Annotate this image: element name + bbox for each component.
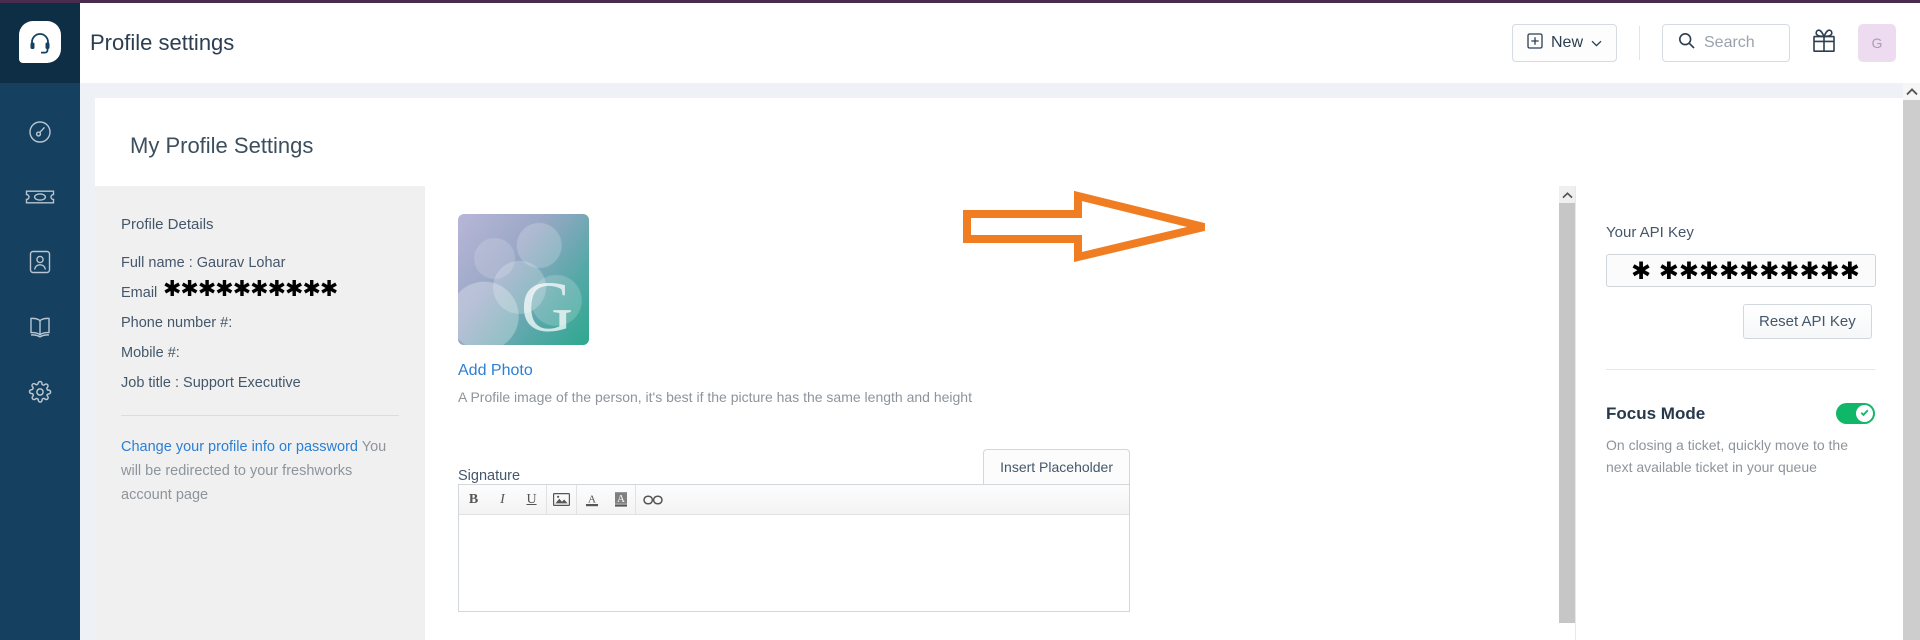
profile-row-email: Email ✱✱✱✱✱✱✱✱✱✱ xyxy=(121,279,399,302)
photo-hint-text: A Profile image of the person, it's best… xyxy=(458,389,972,405)
avatar[interactable]: G xyxy=(1858,24,1896,62)
profile-details-title: Profile Details xyxy=(121,216,214,233)
profile-photo-initial: G xyxy=(521,267,573,345)
inner-scrollbar[interactable] xyxy=(1559,186,1575,640)
divider xyxy=(121,415,399,416)
add-photo-link[interactable]: Add Photo xyxy=(458,362,1575,380)
app-root: Profile settings New Search G My Profile… xyxy=(0,0,1920,640)
signature-text-area[interactable] xyxy=(459,515,1129,611)
signature-label: Signature xyxy=(458,468,521,484)
ticket-icon xyxy=(25,187,55,207)
profile-row-fullname: Full name : Gaurav Lohar xyxy=(121,255,399,271)
sidebar-item-solutions[interactable] xyxy=(0,294,80,359)
profile-phone-label: Phone number #: xyxy=(121,315,233,331)
focus-mode-title: Focus Mode xyxy=(1606,403,1706,423)
insert-image-icon[interactable] xyxy=(547,485,576,515)
insert-placeholder-button[interactable]: Insert Placeholder xyxy=(983,449,1130,484)
inner-scroll-up-button[interactable] xyxy=(1559,186,1575,203)
toolbar-group-color: A A xyxy=(577,485,635,515)
svg-text:A: A xyxy=(617,493,625,505)
profile-settings-card: My Profile Settings Profile Details Full… xyxy=(95,98,1905,640)
section-heading: My Profile Settings xyxy=(130,133,314,158)
profile-email-label: Email xyxy=(121,285,158,301)
profile-row-mobile: Mobile #: xyxy=(121,345,399,361)
font-color-icon[interactable]: A xyxy=(577,485,606,515)
toolbar-group-link xyxy=(636,485,670,515)
page-body: My Profile Settings Profile Details Full… xyxy=(80,83,1920,640)
chevron-up-icon xyxy=(1905,83,1918,101)
left-nav-rail xyxy=(0,0,80,640)
profile-jobtitle-label: Job title : Support Executive xyxy=(121,375,301,391)
gift-button[interactable] xyxy=(1812,28,1836,58)
page-title: Profile settings xyxy=(90,30,235,55)
header-divider xyxy=(1639,26,1640,60)
focus-mode-description: On closing a ticket, quickly move to the… xyxy=(1606,437,1848,475)
reset-api-key-button[interactable]: Reset API Key xyxy=(1743,304,1872,339)
toolbar-group-insert-image xyxy=(547,485,576,515)
sidebar-item-dashboard[interactable] xyxy=(0,99,80,164)
top-header: Profile settings New Search G xyxy=(80,3,1920,83)
italic-icon[interactable]: I xyxy=(488,485,517,515)
change-profile-block: Change your profile info or password You… xyxy=(121,436,399,508)
gift-icon xyxy=(1812,28,1836,58)
profile-photo[interactable]: G xyxy=(458,214,589,345)
focus-mode-header: Focus Mode xyxy=(1606,403,1875,424)
plus-box-icon xyxy=(1527,32,1543,54)
page-scrollbar[interactable] xyxy=(1903,83,1920,640)
api-key-value: ✱ ✱✱✱✱✱✱✱✱✱✱ xyxy=(1631,257,1860,285)
insert-link-icon[interactable] xyxy=(636,485,670,515)
sidebar-item-admin[interactable] xyxy=(0,359,80,424)
bold-icon[interactable]: B xyxy=(459,485,488,515)
signature-toolbar: B I U A A xyxy=(459,484,1129,515)
headset-logo-icon xyxy=(19,20,61,63)
gauge-icon xyxy=(27,119,53,145)
api-key-input[interactable]: ✱ ✱✱✱✱✱✱✱✱✱✱ xyxy=(1606,254,1876,287)
contact-card-icon xyxy=(28,249,52,275)
inner-scroll-thumb[interactable] xyxy=(1559,203,1575,623)
focus-mode-toggle[interactable] xyxy=(1836,403,1875,424)
signature-editor: B I U A A xyxy=(458,484,1130,612)
sidebar-item-tickets[interactable] xyxy=(0,164,80,229)
gear-icon xyxy=(28,380,52,404)
profile-fullname-label: Full name : Gaurav Lohar xyxy=(121,255,286,271)
header-actions: New Search G xyxy=(1511,24,1920,62)
profile-details-panel: Profile Details Full name : Gaurav Lohar… xyxy=(95,186,425,640)
page-scroll-up-button[interactable] xyxy=(1903,83,1920,100)
new-button[interactable]: New xyxy=(1511,24,1617,62)
chevron-down-icon xyxy=(1591,34,1602,52)
top-accent-bar xyxy=(0,0,1920,3)
sidebar-item-contacts[interactable] xyxy=(0,229,80,294)
api-key-label: Your API Key xyxy=(1606,224,1694,241)
app-logo-button[interactable] xyxy=(0,0,80,83)
change-profile-link[interactable]: Change your profile info or password xyxy=(121,439,358,455)
toolbar-group-text-style: B I U xyxy=(459,485,546,515)
page-scroll-thumb[interactable] xyxy=(1903,100,1920,640)
profile-mobile-label: Mobile #: xyxy=(121,345,180,361)
highlight-color-icon[interactable]: A xyxy=(606,485,635,515)
profile-email-redaction: ✱✱✱✱✱✱✱✱✱✱ xyxy=(163,277,338,302)
profile-row-jobtitle: Job title : Support Executive xyxy=(121,375,399,391)
search-icon xyxy=(1678,32,1695,54)
check-icon xyxy=(1859,405,1870,423)
three-column-layout: Profile Details Full name : Gaurav Lohar… xyxy=(95,186,1905,640)
profile-photo-and-signature-panel: G Add Photo A Profile image of the perso… xyxy=(425,186,1575,640)
divider xyxy=(1606,369,1875,370)
search-placeholder: Search xyxy=(1704,34,1755,51)
new-button-label: New xyxy=(1550,34,1583,51)
chevron-up-icon xyxy=(1561,186,1573,204)
rail-item-list xyxy=(0,83,80,424)
search-input[interactable]: Search xyxy=(1662,24,1790,62)
book-icon xyxy=(27,315,53,339)
underline-icon[interactable]: U xyxy=(517,485,546,515)
svg-text:A: A xyxy=(588,494,596,506)
api-and-focus-panel: Your API Key ✱ ✱✱✱✱✱✱✱✱✱✱ Reset API Key … xyxy=(1575,186,1905,640)
avatar-initial: G xyxy=(1871,35,1883,51)
signature-header-row: Signature Insert Placeholder xyxy=(458,449,1130,484)
profile-row-phone: Phone number #: xyxy=(121,315,399,331)
toggle-knob xyxy=(1856,405,1873,422)
